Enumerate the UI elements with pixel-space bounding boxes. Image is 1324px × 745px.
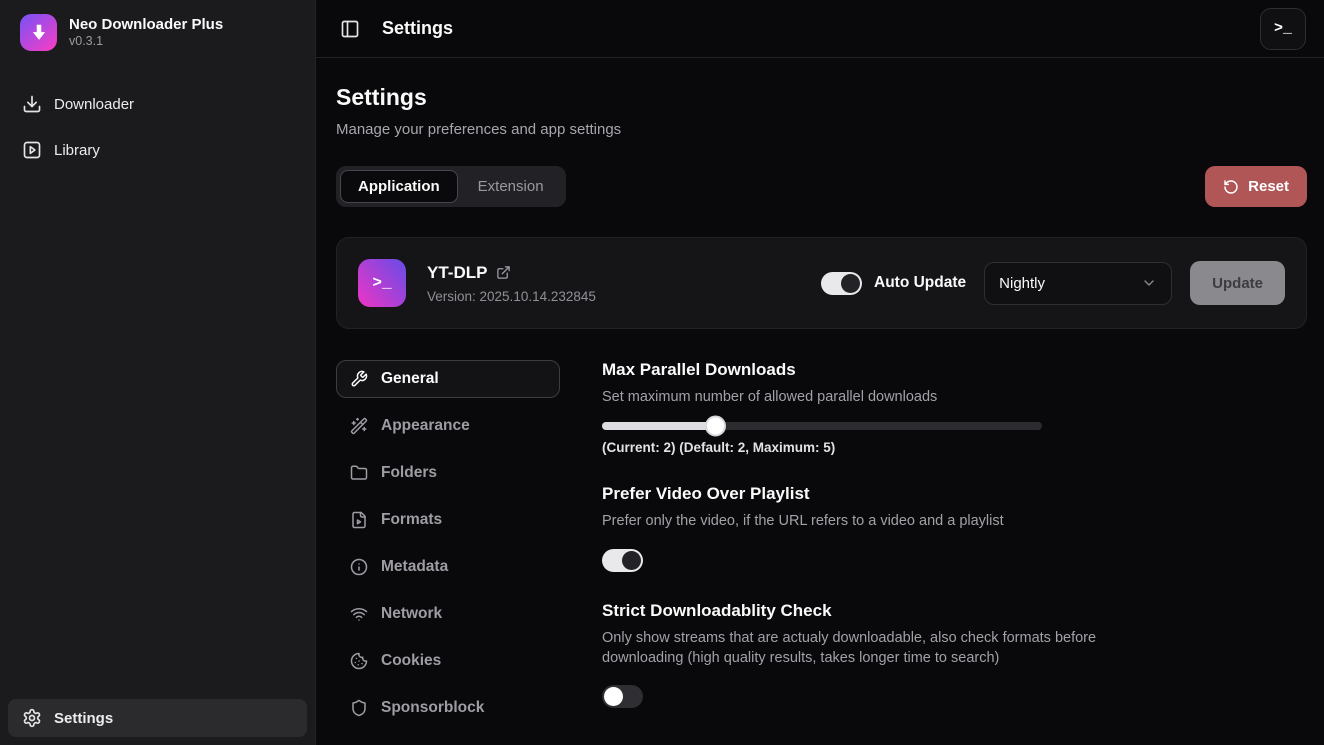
wand-sparkles-icon [350, 417, 368, 435]
setting-description: Only show streams that are actualy downl… [602, 628, 1122, 669]
sidebar-item-label: Settings [54, 710, 113, 727]
settings-category-nav: General Appearance Folders [336, 360, 560, 737]
auto-update-toggle[interactable] [821, 272, 862, 295]
file-video-icon [350, 511, 368, 529]
toggle-knob [841, 274, 860, 293]
rotate-ccw-icon [1223, 179, 1239, 195]
chevron-down-icon [1141, 275, 1157, 291]
sidebar-toggle-button[interactable] [336, 15, 364, 43]
ytdlp-version: Version: 2025.10.14.232845 [427, 289, 596, 304]
strict-check-toggle[interactable] [602, 685, 643, 708]
page-subtitle: Manage your preferences and app settings [336, 121, 1307, 138]
settings-page: Settings Manage your preferences and app… [316, 58, 1324, 745]
header-title: Settings [382, 18, 453, 39]
settings-nav-label: Folders [381, 464, 437, 482]
sidebar-item-label: Library [54, 142, 100, 159]
main-area: Settings >_ Settings Manage your prefere… [316, 0, 1324, 745]
toggle-knob [604, 687, 623, 706]
download-arrow-icon [28, 22, 50, 44]
terminal-icon: >_ [1274, 20, 1292, 37]
settings-nav-appearance[interactable]: Appearance [336, 407, 560, 445]
update-channel-select[interactable]: Nightly [984, 262, 1172, 305]
wifi-icon [350, 605, 368, 623]
settings-nav-label: Formats [381, 511, 442, 529]
setting-prefer-video: Prefer Video Over Playlist Prefer only t… [602, 484, 1122, 571]
app-name: Neo Downloader Plus [69, 16, 223, 35]
terminal-button[interactable]: >_ [1260, 8, 1306, 50]
library-icon [22, 140, 42, 160]
settings-nav-folders[interactable]: Folders [336, 454, 560, 492]
shield-icon [350, 699, 368, 717]
setting-strict-check: Strict Downloadablity Check Only show st… [602, 601, 1122, 709]
sidebar-nav: Downloader Library [0, 85, 315, 169]
reset-button-label: Reset [1248, 178, 1289, 195]
sidebar: Neo Downloader Plus v0.3.1 Downloader [0, 0, 316, 745]
settings-nav-formats[interactable]: Formats [336, 501, 560, 539]
panel-left-icon [340, 19, 360, 39]
settings-nav-label: Cookies [381, 652, 441, 670]
app-version: v0.3.1 [69, 34, 223, 49]
settings-nav-label: Appearance [381, 417, 470, 435]
sidebar-item-library[interactable]: Library [8, 131, 307, 169]
tab-extension[interactable]: Extension [460, 170, 562, 203]
top-header: Settings >_ [316, 0, 1324, 58]
settings-nav-sponsorblock[interactable]: Sponsorblock [336, 689, 560, 727]
setting-title: Prefer Video Over Playlist [602, 484, 1122, 504]
update-channel-value: Nightly [999, 275, 1045, 292]
settings-panel: Max Parallel Downloads Set maximum numbe… [602, 360, 1122, 737]
settings-nav-network[interactable]: Network [336, 595, 560, 633]
folder-icon [350, 464, 368, 482]
app-logo [20, 14, 57, 51]
update-button[interactable]: Update [1190, 261, 1285, 305]
download-icon [22, 94, 42, 114]
app-window: Neo Downloader Plus v0.3.1 Downloader [0, 0, 1324, 745]
setting-description: Prefer only the video, if the URL refers… [602, 511, 1122, 531]
tab-application[interactable]: Application [340, 170, 458, 203]
ytdlp-terminal-icon: >_ [358, 259, 406, 307]
sidebar-item-settings[interactable]: Settings [8, 699, 307, 737]
ytdlp-card: >_ YT-DLP Version: 2025.10.14.232845 [336, 237, 1307, 329]
settings-nav-label: Network [381, 605, 442, 623]
max-parallel-slider[interactable] [602, 422, 1042, 430]
settings-nav-label: Sponsorblock [381, 699, 484, 717]
prefer-video-toggle[interactable] [602, 549, 643, 572]
slider-value-text: (Current: 2) (Default: 2, Maximum: 5) [602, 440, 1122, 455]
sidebar-item-downloader[interactable]: Downloader [8, 85, 307, 123]
gear-icon [22, 708, 42, 728]
setting-description: Set maximum number of allowed parallel d… [602, 387, 1122, 407]
app-logo-row: Neo Downloader Plus v0.3.1 [0, 14, 315, 51]
slider-fill [602, 422, 716, 430]
settings-nav-metadata[interactable]: Metadata [336, 548, 560, 586]
settings-nav-label: General [381, 370, 439, 388]
toggle-knob [622, 551, 641, 570]
page-title: Settings [336, 84, 1307, 111]
settings-nav-cookies[interactable]: Cookies [336, 642, 560, 680]
cookie-icon [350, 652, 368, 670]
external-link-icon[interactable] [496, 265, 511, 280]
sidebar-item-label: Downloader [54, 96, 134, 113]
settings-nav-label: Metadata [381, 558, 448, 576]
reset-button[interactable]: Reset [1205, 166, 1307, 207]
slider-thumb[interactable] [705, 416, 726, 437]
info-icon [350, 558, 368, 576]
ytdlp-title: YT-DLP [427, 263, 487, 283]
settings-nav-general[interactable]: General [336, 360, 560, 398]
auto-update-label: Auto Update [874, 274, 966, 292]
settings-tab-group: Application Extension [336, 166, 566, 207]
setting-title: Strict Downloadablity Check [602, 601, 1122, 621]
wrench-icon [350, 370, 368, 388]
setting-max-parallel-downloads: Max Parallel Downloads Set maximum numbe… [602, 360, 1122, 455]
setting-title: Max Parallel Downloads [602, 360, 1122, 380]
